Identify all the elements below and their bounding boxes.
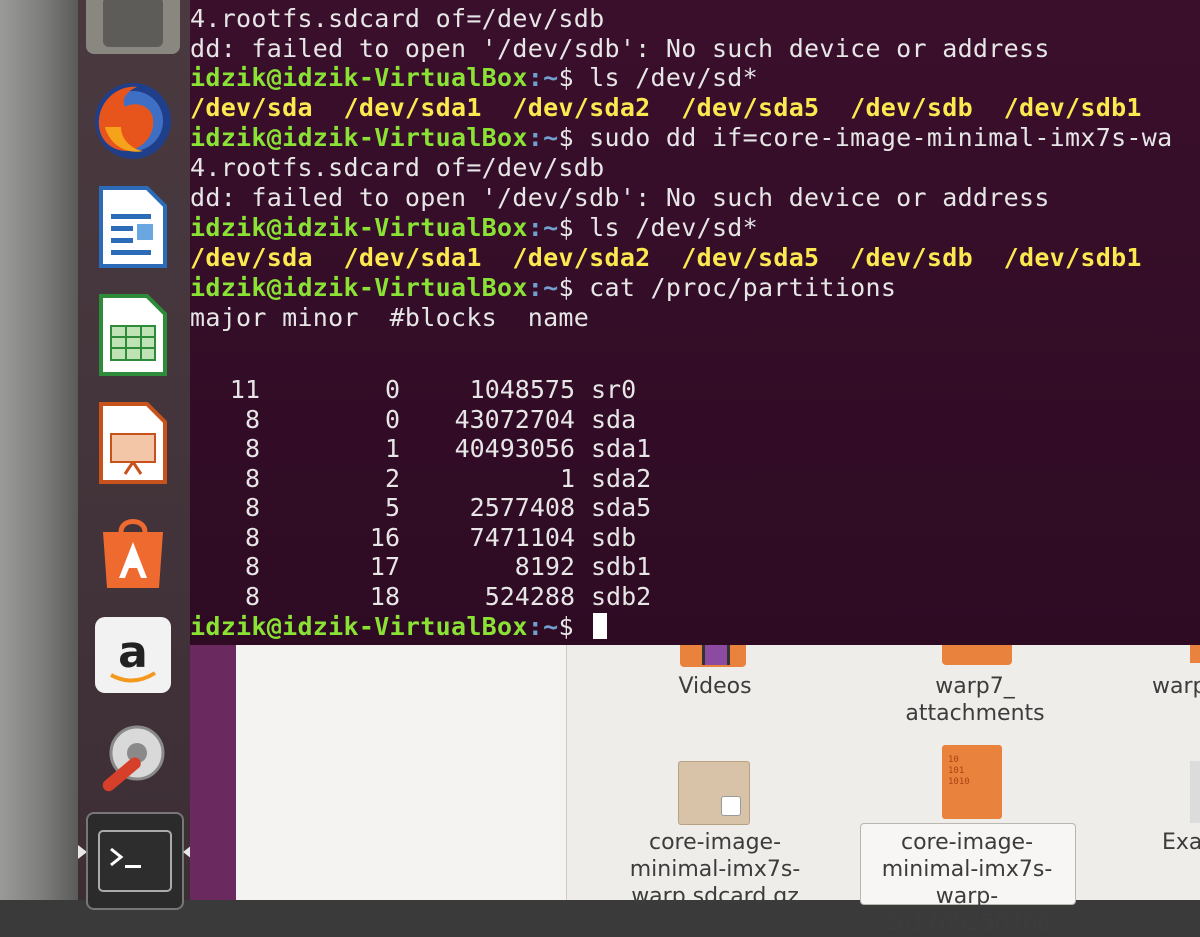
terminal-ls-output: /dev/sda /dev/sda1 /dev/sda2 /dev/sda5 /… [190, 93, 1142, 122]
launcher-item-files[interactable] [86, 0, 180, 54]
partition-major: 8 [244, 404, 260, 434]
folder-icon[interactable] [942, 645, 1012, 665]
file-manager-window: Videos warp7_ attachments warp core-imag… [190, 645, 1200, 936]
file-label[interactable]: warp7_ attachments [890, 673, 1060, 727]
partition-minor: 0 [384, 375, 400, 404]
partition-blocks: 1048575 [469, 375, 575, 404]
file-label[interactable]: Videos [650, 673, 780, 700]
table-row: 8 17 8192 sdb1 [190, 552, 651, 582]
file-label[interactable]: Exa [1162, 829, 1200, 856]
film-strip-icon [702, 645, 730, 665]
launcher-item-terminal[interactable] [86, 812, 184, 910]
table-row: 8 16 7471104 sdb [190, 523, 651, 553]
partition-minor: 17 [369, 552, 400, 581]
partition-blocks: 7471104 [469, 522, 575, 552]
table-row: 11 0 1048575 sr0 [190, 375, 651, 405]
partition-blocks: 43072704 [454, 404, 575, 434]
partition-major: 11 [229, 375, 260, 404]
table-row: 8 5 2577408 sda5 [190, 493, 651, 523]
file-manager-sidebar [236, 645, 567, 900]
table-row: 8 2 1 sda2 [190, 464, 651, 494]
partition-blocks: 2577408 [469, 493, 575, 522]
binary-file-icon[interactable]: 10 101 1010 [942, 745, 1002, 819]
software-center-icon [103, 519, 163, 588]
partition-major: 8 [244, 522, 260, 552]
libreoffice-calc-icon [99, 294, 167, 376]
terminal-prompt-line: idzik@idzik-VirtualBox:~$ sudo dd if=cor… [190, 123, 1173, 152]
file-icon[interactable] [1190, 761, 1200, 823]
partition-major: 8 [244, 493, 260, 522]
svg-text:a: a [118, 627, 148, 678]
launcher-item-calc[interactable] [86, 288, 180, 382]
launcher-item-system-settings[interactable] [86, 710, 180, 804]
amazon-icon: a [95, 617, 171, 693]
partition-major: 8 [244, 552, 260, 581]
libreoffice-writer-icon [99, 186, 167, 268]
lock-icon [721, 796, 741, 816]
partition-minor: 5 [384, 493, 400, 522]
terminal-window[interactable]: 4.rootfs.sdcard of=/dev/sdb dd: failed t… [190, 0, 1200, 645]
partition-name: sda [591, 404, 637, 434]
video-folder-icon[interactable] [680, 645, 746, 667]
system-settings-icon [102, 725, 165, 792]
partition-blocks: 40493056 [454, 434, 575, 463]
terminal-line: 4.rootfs.sdcard of=/dev/sdb [190, 153, 605, 182]
partitions-header: major minor #blocks name [190, 303, 590, 332]
partition-minor: 2 [384, 463, 400, 493]
table-row: 8 0 43072704 sda [190, 405, 651, 435]
files-icon [103, 0, 163, 47]
firefox-icon [95, 83, 171, 159]
partition-minor: 0 [384, 404, 400, 434]
partitions-table: 11 0 1048575 sr0 8 0 43072704 sda 8 1 40493056 sd… [190, 375, 651, 611]
launcher-item-writer[interactable] [86, 180, 180, 274]
partition-major: 8 [244, 463, 260, 493]
partition-minor: 16 [369, 522, 400, 552]
partition-blocks: 1 [559, 463, 575, 493]
monitor-bezel [0, 0, 78, 900]
launcher-item-firefox[interactable] [86, 74, 180, 168]
terminal-icon [98, 830, 172, 892]
partition-major: 8 [244, 581, 260, 611]
launcher-item-software-center[interactable] [86, 503, 180, 597]
launcher-item-amazon[interactable]: a [86, 608, 180, 702]
partition-name: sr0 [591, 375, 637, 404]
table-row: 8 18 524288 sdb2 [190, 582, 651, 612]
partition-name: sda1 [591, 434, 652, 463]
terminal-ls-output: /dev/sda /dev/sda1 /dev/sda2 /dev/sda5 /… [190, 243, 1142, 272]
partition-blocks: 524288 [484, 581, 575, 611]
terminal-final-prompt[interactable]: idzik@idzik-VirtualBox:~$ [190, 612, 608, 641]
launcher-item-impress[interactable] [86, 396, 180, 490]
partition-major: 8 [244, 434, 260, 463]
partition-name: sda5 [591, 493, 652, 522]
partition-name: sdb1 [591, 552, 652, 581]
partition-name: sda2 [591, 463, 652, 493]
libreoffice-impress-icon [99, 402, 167, 484]
file-label[interactable]: core-image- minimal-imx7s- warp-20170525… [854, 829, 1080, 937]
binary-glyph: 10 101 1010 [948, 755, 970, 787]
table-row: 8 1 40493056 sda1 [190, 434, 651, 464]
file-label[interactable]: core-image- minimal-imx7s- warp.sdcard.g… [610, 829, 820, 910]
folder-icon[interactable] [1190, 645, 1200, 663]
partition-minor: 1 [384, 434, 400, 463]
partition-name: sdb [591, 522, 637, 552]
text-cursor [593, 613, 608, 639]
partition-minor: 18 [369, 581, 400, 611]
archive-icon[interactable] [678, 761, 750, 825]
terminal-prompt-line: idzik@idzik-VirtualBox:~$ ls /dev/sd* [190, 213, 759, 242]
file-label[interactable]: warp [1152, 673, 1200, 700]
partition-blocks: 8192 [514, 552, 575, 581]
terminal-prompt-line: idzik@idzik-VirtualBox:~$ ls /dev/sd* [190, 63, 759, 92]
terminal-line: 4.rootfs.sdcard of=/dev/sdb [190, 4, 605, 33]
unity-launcher: a [78, 0, 192, 910]
terminal-prompt-line: idzik@idzik-VirtualBox:~$ cat /proc/part… [190, 273, 897, 302]
terminal-line: dd: failed to open '/dev/sdb': No such d… [190, 34, 1050, 63]
file-manager-edge [190, 645, 236, 900]
partition-name: sdb2 [591, 581, 652, 611]
terminal-line: dd: failed to open '/dev/sdb': No such d… [190, 183, 1050, 212]
